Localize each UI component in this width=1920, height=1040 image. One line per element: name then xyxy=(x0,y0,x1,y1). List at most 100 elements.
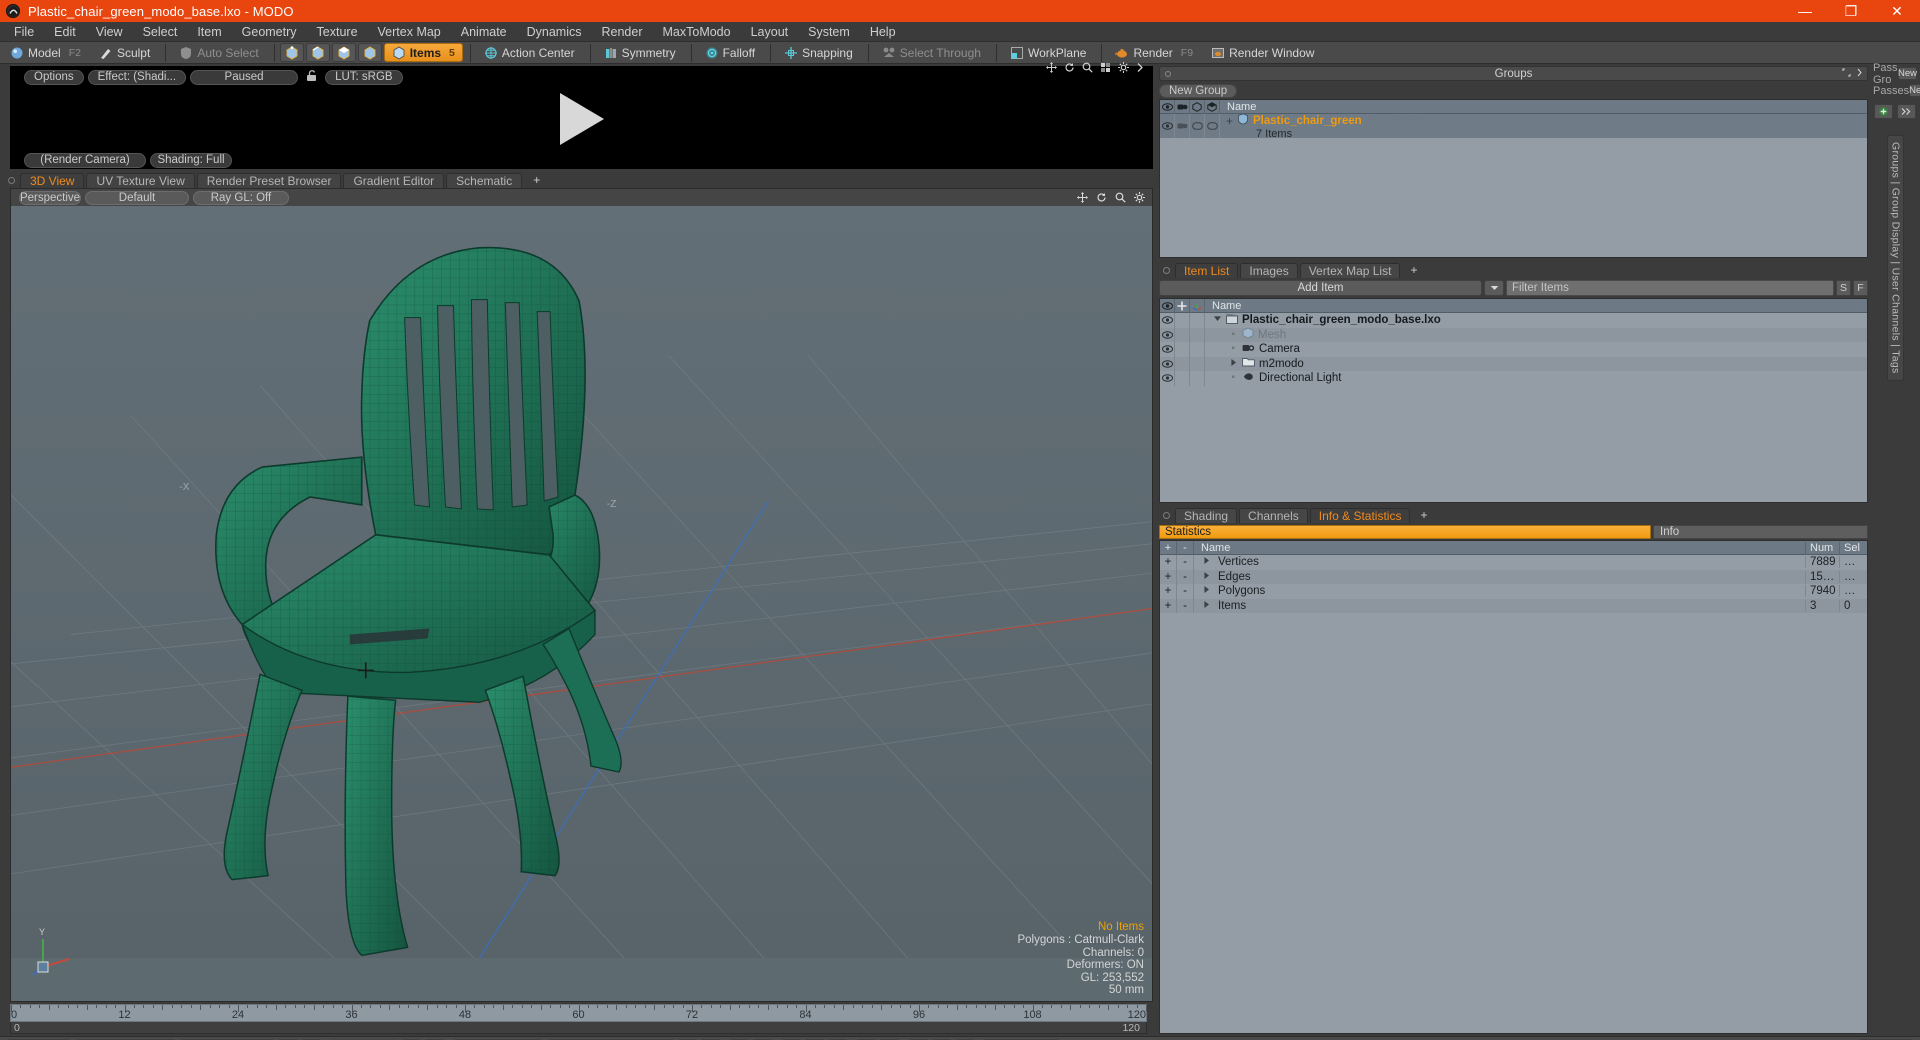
tab-schematic[interactable]: Schematic xyxy=(446,173,523,188)
statistics-tab-button[interactable]: Statistics xyxy=(1159,525,1651,539)
camera-icon[interactable] xyxy=(1175,100,1190,114)
row-eye-icon[interactable] xyxy=(1160,356,1175,371)
select-through-button[interactable]: Select Through xyxy=(874,43,989,62)
row-expander-icon[interactable] xyxy=(1213,314,1222,326)
symmetry-button[interactable]: Symmetry xyxy=(596,43,684,62)
tab-info-and-statistics[interactable]: Info & Statistics xyxy=(1309,508,1411,523)
item-list-row[interactable]: m2modo xyxy=(1160,356,1867,371)
filter-f-button[interactable]: F xyxy=(1853,280,1868,296)
stats-remove-button[interactable]: - xyxy=(1177,584,1194,599)
render-effect-dropdown[interactable]: Effect: (Shadi... xyxy=(87,69,187,85)
panel-dot-icon[interactable] xyxy=(1163,512,1170,519)
row-expander-icon[interactable] xyxy=(1229,372,1238,384)
tab-add-stats-panel[interactable]: + xyxy=(1412,508,1435,523)
groups-list-body[interactable]: + Plastic_chair_green (2) : Group 7 Item… xyxy=(1160,114,1867,257)
move-gizmo-icon[interactable] xyxy=(1175,299,1190,313)
row-expander-icon[interactable] xyxy=(1202,556,1211,568)
grid-icon[interactable] xyxy=(1100,61,1111,76)
render-image-area[interactable] xyxy=(10,62,1153,151)
panel-dot-icon[interactable] xyxy=(1165,70,1171,77)
lut-button[interactable]: LUT: sRGB xyxy=(325,69,403,85)
gear-icon[interactable] xyxy=(1118,61,1129,76)
refresh-icon[interactable] xyxy=(1096,191,1107,206)
chevron-down-icon[interactable] xyxy=(1484,280,1504,296)
menu-view[interactable]: View xyxy=(86,22,133,42)
expand-icon[interactable] xyxy=(1842,67,1851,80)
tab-add-panel[interactable]: + xyxy=(1402,263,1425,278)
menu-edit[interactable]: Edit xyxy=(44,22,86,42)
timeline-ruler[interactable]: 0 12 24 36 48 60 72 84 96 108 120 xyxy=(10,1004,1147,1022)
render-shading-button[interactable]: Shading: Full xyxy=(150,152,232,168)
render-state-button[interactable]: Paused xyxy=(190,69,299,85)
menu-dynamics[interactable]: Dynamics xyxy=(517,22,592,42)
item-list-row[interactable]: Mesh xyxy=(1160,327,1867,342)
menu-vertex-map[interactable]: Vertex Map xyxy=(368,22,451,42)
vertical-tab-strip[interactable]: Groups | Group Display | User Channels |… xyxy=(1886,135,1904,381)
row-axis-cell[interactable] xyxy=(1190,356,1205,371)
panel-dot-icon[interactable] xyxy=(1163,267,1170,274)
tab-gradient-editor[interactable]: Gradient Editor xyxy=(343,173,445,188)
tab-channels[interactable]: Channels xyxy=(1239,508,1308,523)
minimize-button[interactable]: — xyxy=(1782,0,1828,22)
row-axis-cell[interactable] xyxy=(1190,371,1205,386)
unlocked-padlock-icon[interactable] xyxy=(305,69,318,85)
row-expander-icon[interactable] xyxy=(1229,358,1238,370)
polygons-mode-button[interactable] xyxy=(331,43,356,62)
falloff-button[interactable]: Falloff xyxy=(697,43,763,62)
viewport-3d[interactable]: Perspective Default Ray GL: Off -X -Z Y … xyxy=(10,188,1153,1002)
row-axis-cell[interactable] xyxy=(1190,342,1205,357)
groups-list[interactable]: Name + Plastic_chair_green (2): Group 7… xyxy=(1159,99,1868,258)
item-list-row[interactable]: Plastic_chair_green_modo_base.lxo xyxy=(1160,313,1867,328)
menu-file[interactable]: File xyxy=(4,22,44,42)
chevron-right-icon[interactable] xyxy=(1136,61,1145,76)
item-list-row[interactable]: Camera xyxy=(1160,342,1867,357)
menu-render[interactable]: Render xyxy=(592,22,653,42)
timeline-range-bar[interactable]: 0 120 xyxy=(10,1022,1147,1034)
row-expander-icon[interactable] xyxy=(1229,329,1238,341)
action-center-button[interactable]: Action Center xyxy=(476,43,583,62)
menu-system[interactable]: System xyxy=(798,22,860,42)
double-chevron-icon[interactable] xyxy=(1897,104,1916,119)
item-list-row[interactable]: Directional Light xyxy=(1160,371,1867,386)
tab-add-viewport[interactable]: + xyxy=(524,173,549,188)
row-move-cell[interactable] xyxy=(1175,356,1190,371)
row-expander-icon[interactable] xyxy=(1202,600,1211,612)
stats-add-button[interactable]: + xyxy=(1160,555,1177,570)
row-axis-cell[interactable] xyxy=(1190,313,1205,328)
row-camera-icon[interactable] xyxy=(1175,114,1190,138)
chevron-right-icon[interactable] xyxy=(1856,68,1863,80)
row-move-cell[interactable] xyxy=(1175,342,1190,357)
viewport-perspective-button[interactable]: Perspective xyxy=(19,190,81,205)
pass-group-new-button[interactable]: New xyxy=(1898,67,1917,80)
groups-row[interactable]: + Plastic_chair_green (2) : Group 7 Item… xyxy=(1160,114,1867,140)
edges-mode-button[interactable] xyxy=(305,43,330,62)
viewport-shading-button[interactable]: Default xyxy=(85,190,189,205)
statistics-row[interactable]: + - Edges 15…… xyxy=(1160,569,1867,584)
cube-solid-icon[interactable] xyxy=(1205,100,1220,114)
sculpt-mode-button[interactable]: Sculpt xyxy=(91,43,158,62)
materials-mode-button[interactable] xyxy=(357,43,382,62)
menu-item[interactable]: Item xyxy=(187,22,231,42)
timeline[interactable]: 0 12 24 36 48 60 72 84 96 108 120 0 120 xyxy=(0,1004,1157,1036)
filter-items-input[interactable]: Filter Items xyxy=(1506,280,1834,296)
row-visible-toggle[interactable] xyxy=(1190,114,1205,138)
item-list-body[interactable]: Plastic_chair_green_modo_base.lxo Mesh Cam… xyxy=(1160,313,1867,502)
row-eye-icon[interactable] xyxy=(1160,327,1175,342)
menu-layout[interactable]: Layout xyxy=(741,22,799,42)
move-icon[interactable] xyxy=(1077,191,1088,206)
tab-item-list[interactable]: Item List xyxy=(1175,263,1239,278)
eye-icon[interactable] xyxy=(1160,299,1175,313)
row-eye-icon[interactable] xyxy=(1160,342,1175,357)
row-expander-icon[interactable] xyxy=(1202,571,1211,583)
render-camera-button[interactable]: (Render Camera) xyxy=(24,152,146,168)
tab-shading[interactable]: Shading xyxy=(1175,508,1238,523)
render-options-button[interactable]: Options xyxy=(24,69,84,85)
stats-remove-button[interactable]: - xyxy=(1177,598,1194,613)
move-icon[interactable] xyxy=(1046,61,1057,76)
tab-3d-view[interactable]: 3D View xyxy=(20,173,85,188)
snapping-button[interactable]: Snapping xyxy=(776,43,861,62)
menu-texture[interactable]: Texture xyxy=(307,22,368,42)
statistics-list-body[interactable]: + - Vertices 7889… + - Edges 15…… + - Polygons 7940… xyxy=(1160,555,1867,1033)
row-move-cell[interactable] xyxy=(1175,371,1190,386)
eye-icon[interactable] xyxy=(1160,100,1175,114)
